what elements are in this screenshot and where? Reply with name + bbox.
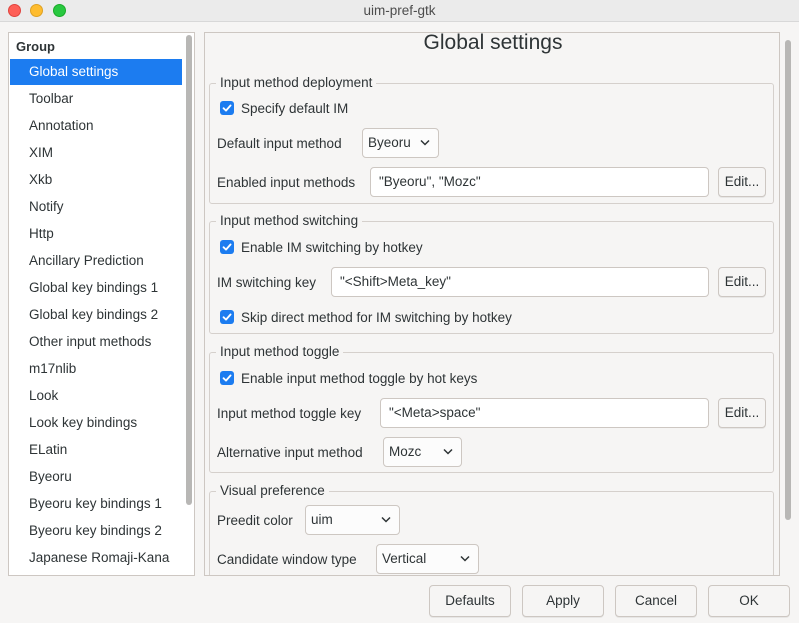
- skip-direct-label: Skip direct method for IM switching by h…: [241, 309, 512, 325]
- sidebar-item-annotation[interactable]: Annotation: [10, 113, 182, 139]
- specify-default-im-checkbox[interactable]: [220, 101, 234, 115]
- enable-switch-hotkey-checkbox[interactable]: [220, 240, 234, 254]
- sidebar-item-other-input-methods[interactable]: Other input methods: [10, 329, 182, 355]
- chevron-down-icon: [460, 555, 470, 562]
- checkmark-icon: [222, 104, 232, 112]
- toggle-frame: Input method toggle Enable input method …: [209, 344, 774, 473]
- sidebar-item-global-key-bindings-2[interactable]: Global key bindings 2: [10, 302, 182, 328]
- candidate-window-label: Candidate window type: [217, 552, 357, 567]
- apply-button[interactable]: Apply: [522, 585, 604, 617]
- alt-im-label: Alternative input method: [217, 445, 363, 460]
- default-im-select[interactable]: Byeoru: [362, 128, 439, 158]
- group-list: Group Global settings Toolbar Annotation…: [8, 32, 195, 576]
- skip-direct-checkbox[interactable]: [220, 310, 234, 324]
- sidebar-item-m17nlib[interactable]: m17nlib: [10, 356, 182, 382]
- sidebar-item-ancillary-prediction[interactable]: Ancillary Prediction: [10, 248, 182, 274]
- enable-switch-hotkey-label: Enable IM switching by hotkey: [241, 239, 423, 255]
- toggle-frame-label: Input method toggle: [216, 344, 344, 359]
- alt-im-select[interactable]: Mozc: [383, 437, 462, 467]
- toggle-key-edit-button[interactable]: Edit...: [718, 398, 766, 428]
- toggle-key-label: Input method toggle key: [217, 406, 362, 421]
- sidebar-item-elatin[interactable]: ELatin: [10, 437, 182, 463]
- switching-frame: Input method switching Enable IM switchi…: [209, 213, 774, 334]
- sidebar-item-xim[interactable]: XIM: [10, 140, 182, 166]
- enable-toggle-label: Enable input method toggle by hot keys: [241, 370, 478, 386]
- chevron-down-icon: [420, 139, 430, 146]
- chevron-down-icon: [381, 516, 391, 523]
- default-im-label: Default input method: [217, 136, 342, 151]
- sidebar-item-byeoru-key-bindings-2[interactable]: Byeoru key bindings 2: [10, 518, 182, 544]
- sidebar-item-notify[interactable]: Notify: [10, 194, 182, 220]
- skip-direct-row[interactable]: Skip direct method for IM switching by h…: [220, 308, 512, 326]
- visual-frame-label: Visual preference: [216, 483, 329, 498]
- checkmark-icon: [222, 313, 232, 321]
- settings-panel: Global settings Input method deployment …: [204, 32, 780, 576]
- preedit-color-select[interactable]: uim: [305, 505, 400, 535]
- enable-toggle-row[interactable]: Enable input method toggle by hot keys: [220, 369, 477, 387]
- visual-frame: Visual preference Preedit color uim Cand…: [209, 483, 774, 575]
- sidebar-item-byeoru[interactable]: Byeoru: [10, 464, 182, 490]
- switching-frame-label: Input method switching: [216, 213, 363, 228]
- specify-default-im-label: Specify default IM: [241, 100, 349, 116]
- deployment-frame-label: Input method deployment: [216, 75, 377, 90]
- sidebar-item-look[interactable]: Look: [10, 383, 182, 409]
- default-im-value: Byeoru: [368, 135, 411, 150]
- sidebar-item-byeoru-key-bindings-1[interactable]: Byeoru key bindings 1: [10, 491, 182, 517]
- defaults-button[interactable]: Defaults: [429, 585, 511, 617]
- enabled-im-edit-button[interactable]: Edit...: [718, 167, 766, 197]
- checkmark-icon: [222, 243, 232, 251]
- specify-default-im-row[interactable]: Specify default IM: [220, 99, 348, 117]
- ok-button[interactable]: OK: [708, 585, 790, 617]
- sidebar-item-http[interactable]: Http: [10, 221, 182, 247]
- switch-key-label: IM switching key: [217, 275, 317, 290]
- candidate-window-select[interactable]: Vertical: [376, 544, 479, 574]
- sidebar-item-look-key-bindings[interactable]: Look key bindings: [10, 410, 182, 436]
- preedit-color-label: Preedit color: [217, 513, 293, 528]
- chevron-down-icon: [443, 448, 453, 455]
- switch-key-edit-button[interactable]: Edit...: [718, 267, 766, 297]
- toggle-key-field[interactable]: "<Meta>space": [380, 398, 709, 428]
- cancel-button[interactable]: Cancel: [615, 585, 697, 617]
- sidebar-item-global-settings[interactable]: Global settings: [10, 59, 182, 85]
- enabled-im-label: Enabled input methods: [217, 175, 356, 190]
- settings-scrollbar[interactable]: [785, 40, 791, 520]
- page-title: Global settings: [423, 32, 563, 54]
- deployment-frame: Input method deployment Specify default …: [209, 75, 774, 204]
- sidebar-scrollbar[interactable]: [186, 35, 192, 505]
- title-bar: uim-pref-gtk: [0, 0, 799, 22]
- sidebar-item-xkb[interactable]: Xkb: [10, 167, 182, 193]
- enabled-im-field[interactable]: "Byeoru", "Mozc": [370, 167, 709, 197]
- group-list-header: Group: [16, 39, 55, 54]
- sidebar-item-toolbar[interactable]: Toolbar: [10, 86, 182, 112]
- enable-toggle-checkbox[interactable]: [220, 371, 234, 385]
- alt-im-value: Mozc: [389, 444, 422, 459]
- window-title: uim-pref-gtk: [363, 3, 436, 18]
- switch-key-field[interactable]: "<Shift>Meta_key": [331, 267, 709, 297]
- checkmark-icon: [222, 374, 232, 382]
- sidebar-item-global-key-bindings-1[interactable]: Global key bindings 1: [10, 275, 182, 301]
- candidate-window-value: Vertical: [382, 551, 427, 566]
- enable-switch-hotkey-row[interactable]: Enable IM switching by hotkey: [220, 238, 423, 256]
- preedit-color-value: uim: [311, 512, 333, 527]
- sidebar-item-japanese-romaji-kana[interactable]: Japanese Romaji-Kana: [10, 545, 182, 571]
